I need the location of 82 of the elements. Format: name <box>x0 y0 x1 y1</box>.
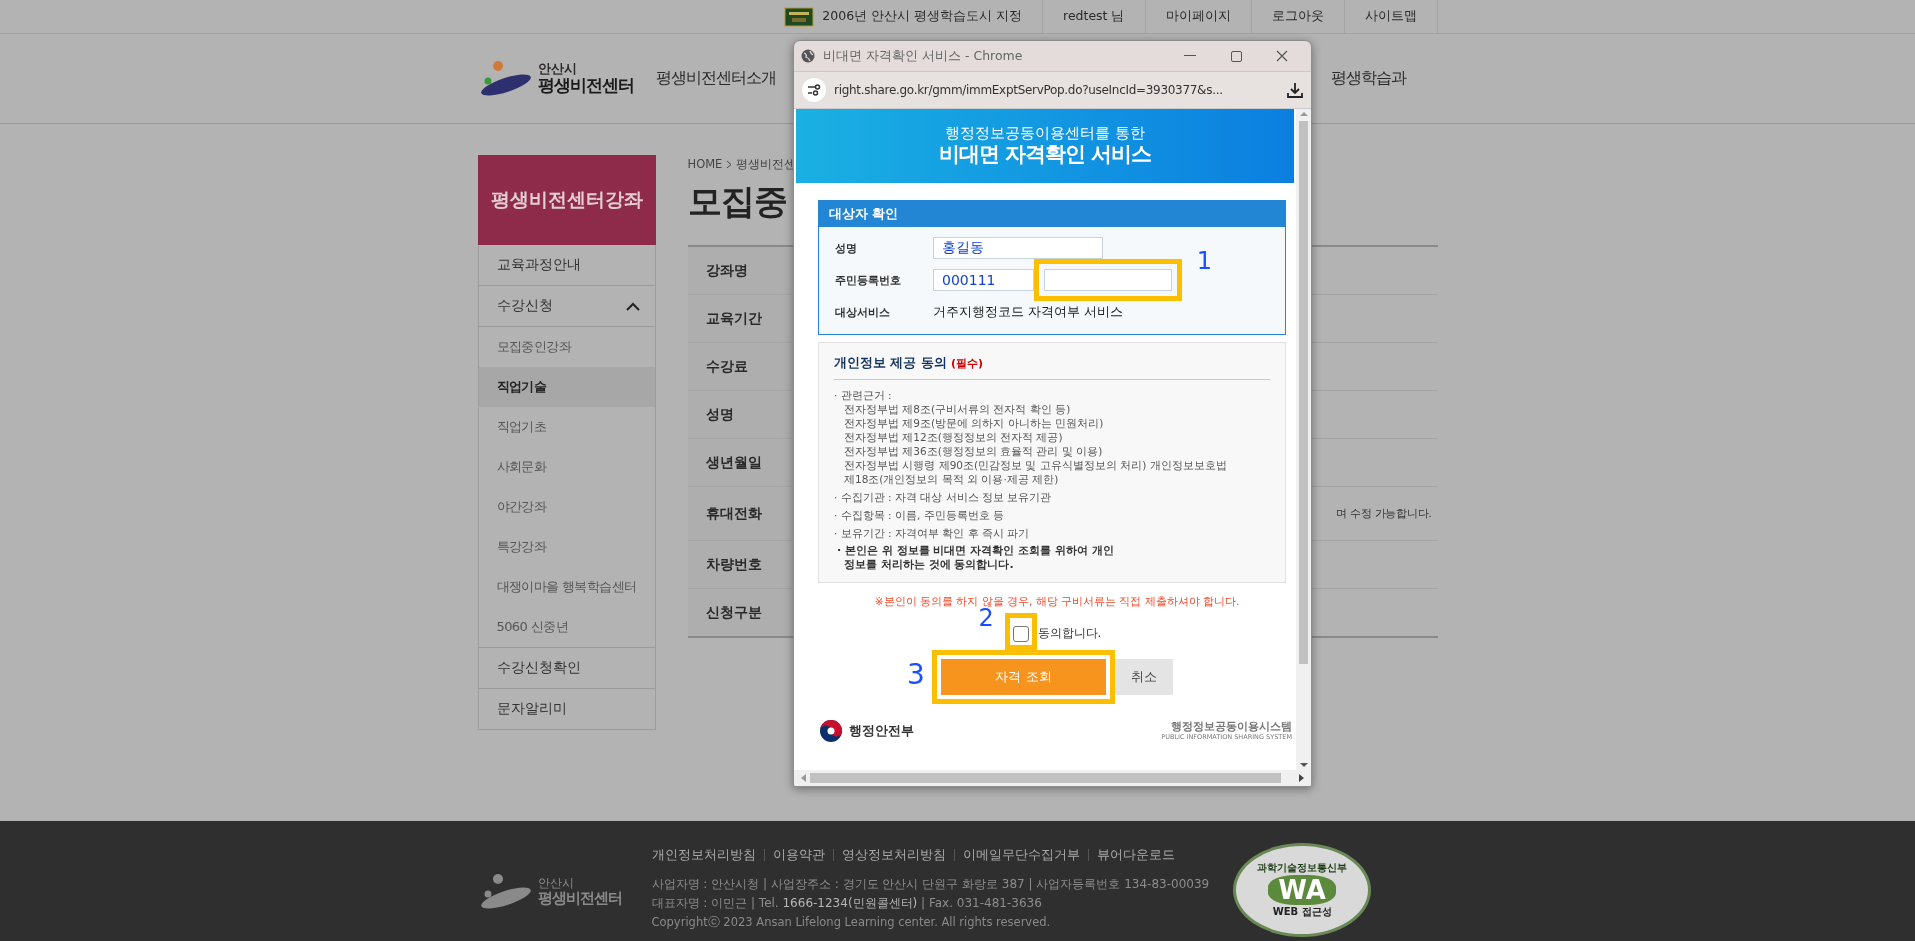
cancel-button[interactable]: 취소 <box>1115 659 1173 695</box>
consent-panel: 개인정보 제공 동의 (필수) · 관련근거 : 전자정부법 제8조(구비서류의 전자적 확인 등) 전자정부법 제9조(방문에 의하지 아니하는 민원처리) 전자정부법 제12조(행정정보의 전자적 제공) 전자정부법 제36조(행정정보의 효율적 관리 및 이용) 전자정부법 시행령 제90조(민감정보 및 고유식별정보의 처리) 개인정보보호법 제18조(개인정보의 목적 외 이용·제공 제한) · 수집기관 : 자격 대상 서비스 정보 보유기관 · 수집항목 : 이름, 주민등록번호 등 · 보유기간 : 자격여부 확인 후 즉시 파기 · 본인은 위 정보를 비대면 자격확인 조회를 위하여 개인정보를 처리하는 것에 동의합니다. <box>818 342 1286 583</box>
accessibility-badge: 과학기술정보통신부 WA WEB 접근성 <box>1233 843 1372 937</box>
field-label: 성명 <box>835 240 858 256</box>
consent-text: · 수집항목 : 이름, 주민등록번호 등 <box>834 508 1005 522</box>
plaque-icon <box>784 6 815 27</box>
name-field[interactable]: 홍길동 <box>933 237 1103 259</box>
field-note: 며 수정 가능합니다. <box>1336 506 1432 521</box>
footer-link[interactable]: 이메일무단수집거부 <box>953 849 1088 861</box>
consent-text: 전자정부법 제9조(방문에 의하지 아니하는 민원처리) <box>843 416 1105 430</box>
breadcrumb-link[interactable]: HOME <box>687 157 723 171</box>
close-icon <box>1276 50 1288 62</box>
window-title: 비대면 자격확인 서비스 - Chrome <box>823 47 1024 65</box>
agree-label: 동의합니다. <box>1037 625 1102 642</box>
logo-name: 평생비전센터 <box>537 76 634 95</box>
footer-link[interactable]: 개인정보처리방침 <box>651 849 764 861</box>
sidebar-item[interactable]: 문자알리미 <box>477 689 656 730</box>
consent-text: 전자정부법 제36조(행정정보의 효율적 관리 및 이용) <box>843 444 1104 458</box>
caret-icon <box>625 301 640 311</box>
sidebar-item[interactable]: 수강신청확인 <box>477 648 656 689</box>
consent-text: · 수집기관 : 자격 대상 서비스 정보 보유기관 <box>834 490 1053 504</box>
business-info: 사업자명 : 안산시청 | 사업장주소 : 경기도 안산시 단원구 화랑로 387 | 사업자등록번호 134-83-00039 <box>651 876 1210 893</box>
sidebar-subitem[interactable]: 사회문화 <box>478 447 655 487</box>
vertical-scrollbar[interactable] <box>1296 109 1311 770</box>
footer-link[interactable]: 영상정보처리방침 <box>832 849 954 861</box>
chevron-icon <box>726 159 733 169</box>
agree-checkbox[interactable] <box>1012 625 1029 642</box>
sidebar-subitem[interactable]: 5060 신중년 <box>478 607 655 647</box>
scroll-left-icon[interactable] <box>800 774 806 782</box>
id-number-field[interactable]: 000111 <box>933 269 1034 291</box>
sidebar-subitem[interactable]: 직업기술 <box>478 367 655 407</box>
consent-text: 전자정부법 제12조(행정정보의 전자적 제공) <box>843 430 1064 444</box>
copyright: Copyrightⓒ 2023 Ansan Lifelong Learning center. All rights reserved. <box>651 914 1052 931</box>
consent-text: 전자정부법 시행령 제90조(민감정보 및 고유식별정보의 처리) 개인정보보호법 <box>843 458 1228 472</box>
step-number: 1 <box>1196 249 1212 273</box>
page-title: 모집중 <box>687 180 787 223</box>
target-panel: 대상자 확인 성명 홍길동 주민등록번호 000111 1 대상서비스 거주지행정코드 자격여부 서비스 <box>818 200 1286 335</box>
top-link[interactable]: 사이트맵 <box>1343 0 1438 33</box>
consent-text: 제18조(개인정보의 목적 외 이용·제공 제한) <box>843 472 1060 486</box>
field-label: 주민등록번호 <box>835 272 902 288</box>
footer-link[interactable]: 뷰어다운로드 <box>1087 849 1183 861</box>
globe-icon <box>801 49 815 63</box>
notice-text: ※본인이 동의를 하지 않을 경우, 해당 구비서류는 직접 제출하셔야 합니다. <box>873 595 1241 608</box>
step-number: 3 <box>907 661 925 689</box>
top-link[interactable]: 마이페이지 <box>1144 0 1251 33</box>
horizontal-scrollbar[interactable] <box>794 770 1311 786</box>
footer-link[interactable]: 이용약관 <box>763 849 833 861</box>
scroll-right-icon[interactable] <box>1299 774 1305 782</box>
top-link[interactable]: redtest 님 <box>1042 0 1145 33</box>
system-name: 행정정보공동이용시스템 <box>1171 720 1292 733</box>
consent-text: · 보유기간 : 자격여부 확인 후 즉시 파기 <box>834 526 1031 540</box>
nav-link[interactable]: 평생학습과 <box>1330 68 1406 89</box>
sidebar-item[interactable]: 수강신청 <box>477 286 656 327</box>
scroll-up-icon[interactable] <box>1299 109 1308 119</box>
logo-city: 안산시 <box>537 62 578 77</box>
sidebar-subitem[interactable]: 대쟁이마을 행복학습센터 <box>478 567 655 607</box>
minimize-icon <box>1184 55 1196 57</box>
city-designation: 2006년 안산시 평생학습도시 지정 <box>822 8 1023 25</box>
emblem-icon <box>819 719 843 743</box>
sidebar-subitem[interactable]: 모집중인강좌 <box>478 327 655 367</box>
nav-link[interactable]: 평생비전센터소개 <box>655 68 776 89</box>
id-number-field[interactable] <box>1044 269 1172 291</box>
consent-statement: · 본인은 위 정보를 비대면 자격확인 조회를 위하여 개인정보를 처리하는 것에 동의합니다. <box>836 544 1114 572</box>
contact-info: 대표자명 : 이민근 | Tel. 1666-1234(민원콜센터) | Fax. 031-481-3636 <box>651 895 1043 912</box>
site-settings-icon[interactable] <box>802 78 826 102</box>
top-link[interactable]: 로그아웃 <box>1250 0 1344 33</box>
logo-name: 평생비전센터 <box>537 890 622 907</box>
consent-text: 전자정부법 제8조(구비서류의 전자적 확인 등) <box>843 402 1072 416</box>
sidebar-item[interactable]: 교육과정안내 <box>477 245 656 286</box>
service-name: 거주지행정코드 자격여부 서비스 <box>933 303 1123 321</box>
download-icon[interactable] <box>1287 82 1303 98</box>
sidebar-title: 평생비전센터강좌 <box>477 155 656 245</box>
maximize-icon <box>1230 50 1242 62</box>
sidebar-subitem[interactable]: 특강강좌 <box>478 527 655 567</box>
ministry-name: 행정안전부 <box>849 722 914 740</box>
scroll-down-icon[interactable] <box>1299 760 1308 770</box>
logo-city: 안산시 <box>537 877 575 891</box>
service-banner: 행정정보공동이용센터를 통한 비대면 자격확인 서비스 <box>796 109 1294 183</box>
field-label: 대상서비스 <box>835 304 891 320</box>
sidebar-subitem[interactable]: 야간강좌 <box>478 487 655 527</box>
consent-text: · 관련근거 : <box>834 388 893 402</box>
sidebar-subitem[interactable]: 직업기초 <box>478 407 655 447</box>
